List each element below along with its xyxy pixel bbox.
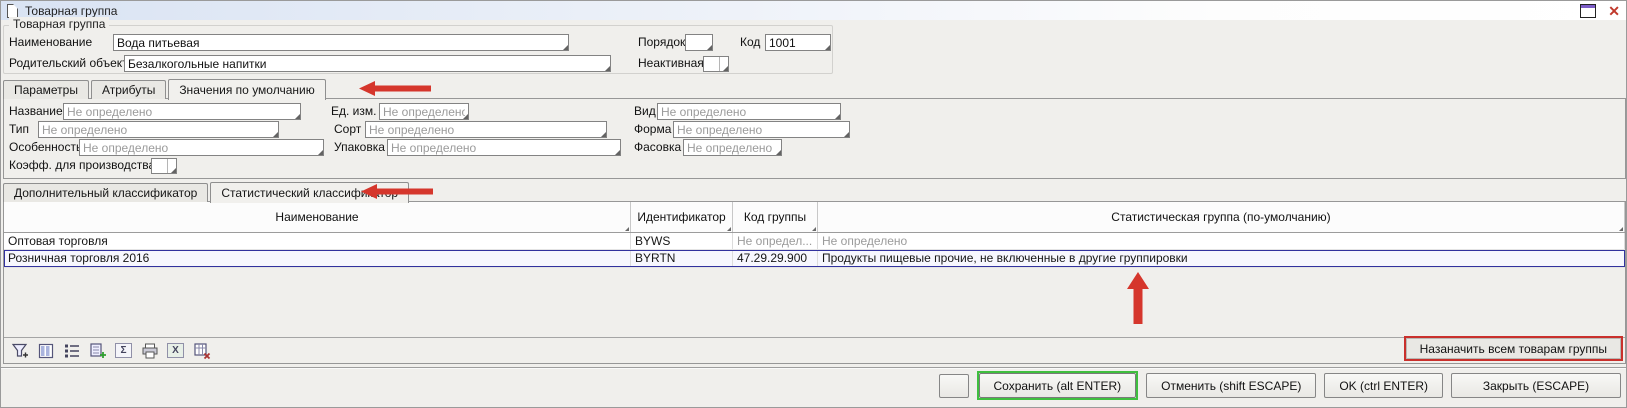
inactive-checkbox[interactable] bbox=[703, 56, 729, 72]
field-label: Сорт bbox=[334, 121, 361, 138]
statistical-classifier-panel: Наименование Идентификатор Код группы Ст… bbox=[3, 201, 1626, 364]
cell-identifier: BYWS bbox=[631, 233, 733, 249]
table-row-selected[interactable]: Розничная торговля 2016 BYRTN 47.29.29.9… bbox=[4, 250, 1625, 268]
sort-input[interactable] bbox=[366, 122, 606, 137]
nazvanie-input[interactable] bbox=[64, 104, 300, 119]
vid-input[interactable] bbox=[658, 104, 840, 119]
inactive-label: Неактивная bbox=[638, 55, 704, 72]
name-input[interactable] bbox=[114, 35, 568, 50]
field-wrap bbox=[387, 139, 621, 156]
order-field-wrap bbox=[685, 34, 713, 51]
fieldset-label: Товарная группа bbox=[9, 17, 109, 31]
tab-parameters[interactable]: Параметры bbox=[3, 80, 89, 99]
cell-identifier: BYRTN bbox=[631, 250, 733, 267]
window-title: Товарная группа bbox=[25, 4, 117, 18]
coeff-label: Коэфф. для производства bbox=[9, 157, 155, 174]
tab-default-values[interactable]: Значения по умолчанию bbox=[168, 79, 325, 100]
tip-input[interactable] bbox=[39, 122, 278, 137]
column-header-group-code[interactable]: Код группы bbox=[733, 202, 818, 232]
footer-separator bbox=[1, 367, 1626, 369]
cancel-button[interactable]: Отменить (shift ESCAPE) bbox=[1146, 373, 1316, 398]
document-icon bbox=[7, 4, 18, 18]
cell-group-code: Не определ... bbox=[733, 233, 818, 249]
cell-name: Розничная торговля 2016 bbox=[4, 250, 631, 267]
field-label: Ед. изм. bbox=[331, 103, 376, 120]
field-wrap bbox=[673, 121, 850, 138]
cell-stat-group: Продукты пищевые прочие, не включенные в… bbox=[818, 250, 1625, 267]
footer-buttons: Сохранить (alt ENTER) Отменить (shift ES… bbox=[939, 371, 1622, 400]
field-label: Название bbox=[9, 103, 63, 120]
code-field-wrap bbox=[765, 34, 831, 51]
ed-izm-input[interactable] bbox=[380, 104, 468, 119]
forma-input[interactable] bbox=[674, 122, 849, 137]
upakovka-input[interactable] bbox=[388, 140, 620, 155]
table-row[interactable]: Оптовая торговля BYWS Не определ... Не о… bbox=[4, 233, 1625, 250]
assign-button-highlight: Назаначить всем товарам группы bbox=[1404, 336, 1623, 361]
calculator-add-icon[interactable] bbox=[88, 341, 107, 360]
field-label: Упаковка bbox=[334, 139, 385, 156]
field-label: Особенность bbox=[9, 139, 82, 156]
table-header: Наименование Идентификатор Код группы Ст… bbox=[4, 202, 1625, 233]
field-wrap bbox=[63, 103, 301, 120]
save-button[interactable]: Сохранить (alt ENTER) bbox=[979, 373, 1137, 398]
print-icon[interactable] bbox=[140, 341, 159, 360]
title-bar: Товарная группа ✕ bbox=[1, 1, 1626, 20]
field-wrap bbox=[683, 139, 782, 156]
save-button-highlight: Сохранить (alt ENTER) bbox=[977, 371, 1139, 400]
field-wrap bbox=[79, 139, 324, 156]
name-field-wrap bbox=[113, 34, 569, 51]
column-header-identifier[interactable]: Идентификатор bbox=[631, 202, 733, 232]
coeff-checkbox[interactable] bbox=[151, 158, 177, 174]
order-input[interactable] bbox=[686, 35, 712, 50]
field-label: Форма bbox=[634, 121, 671, 138]
order-label: Порядок bbox=[638, 34, 685, 51]
field-label: Тип bbox=[9, 121, 29, 138]
grid-toolbar: Σ X Назаначить всем товарам группы bbox=[4, 337, 1625, 363]
field-label: Фасовка bbox=[634, 139, 681, 156]
field-wrap bbox=[38, 121, 279, 138]
osobennost-input[interactable] bbox=[80, 140, 323, 155]
field-wrap bbox=[379, 103, 469, 120]
numbered-list-icon[interactable] bbox=[62, 341, 81, 360]
product-group-window: Товарная группа ✕ Товарная группа Наимен… bbox=[0, 0, 1627, 408]
tab-statistical-classifier[interactable]: Статистический классификатор bbox=[210, 182, 409, 203]
tab-attributes[interactable]: Атрибуты bbox=[91, 80, 166, 99]
columns-icon[interactable] bbox=[36, 341, 55, 360]
annotation-arrow-default-values-tab bbox=[359, 81, 431, 96]
column-header-name[interactable]: Наименование bbox=[4, 202, 631, 232]
close-window-button[interactable]: Закрыть (ESCAPE) bbox=[1451, 373, 1621, 398]
field-label: Вид bbox=[634, 103, 656, 120]
parent-object-field-wrap bbox=[124, 55, 611, 72]
remove-columns-icon[interactable] bbox=[192, 341, 211, 360]
code-input[interactable] bbox=[766, 35, 830, 50]
refresh-button[interactable] bbox=[939, 374, 969, 398]
tab-additional-classifier[interactable]: Дополнительный классификатор bbox=[3, 183, 208, 202]
assign-all-products-button[interactable]: Назаначить всем товарам группы bbox=[1406, 338, 1621, 359]
name-label: Наименование bbox=[9, 34, 92, 51]
maximize-button[interactable] bbox=[1580, 4, 1596, 18]
code-label: Код bbox=[740, 34, 760, 51]
filter-icon[interactable] bbox=[10, 341, 29, 360]
fasovka-input[interactable] bbox=[684, 140, 781, 155]
close-button[interactable]: ✕ bbox=[1608, 4, 1620, 18]
main-tabbar: Параметры Атрибуты Значения по умолчанию bbox=[3, 78, 328, 99]
cell-stat-group: Не определено bbox=[818, 233, 1625, 249]
sum-icon[interactable]: Σ bbox=[114, 341, 133, 360]
cell-name: Оптовая торговля bbox=[4, 233, 631, 249]
classifier-tabbar: Дополнительный классификатор Статистичес… bbox=[3, 181, 411, 202]
cell-group-code: 47.29.29.900 bbox=[733, 250, 818, 267]
ok-button[interactable]: OK (ctrl ENTER) bbox=[1324, 373, 1443, 398]
field-wrap bbox=[365, 121, 607, 138]
parent-object-input[interactable] bbox=[125, 56, 610, 71]
export-excel-icon[interactable]: X bbox=[166, 341, 185, 360]
parent-object-label: Родительский объект bbox=[9, 55, 128, 72]
field-wrap bbox=[657, 103, 841, 120]
column-header-stat-group[interactable]: Статистическая группа (по-умолчанию) bbox=[818, 202, 1625, 232]
